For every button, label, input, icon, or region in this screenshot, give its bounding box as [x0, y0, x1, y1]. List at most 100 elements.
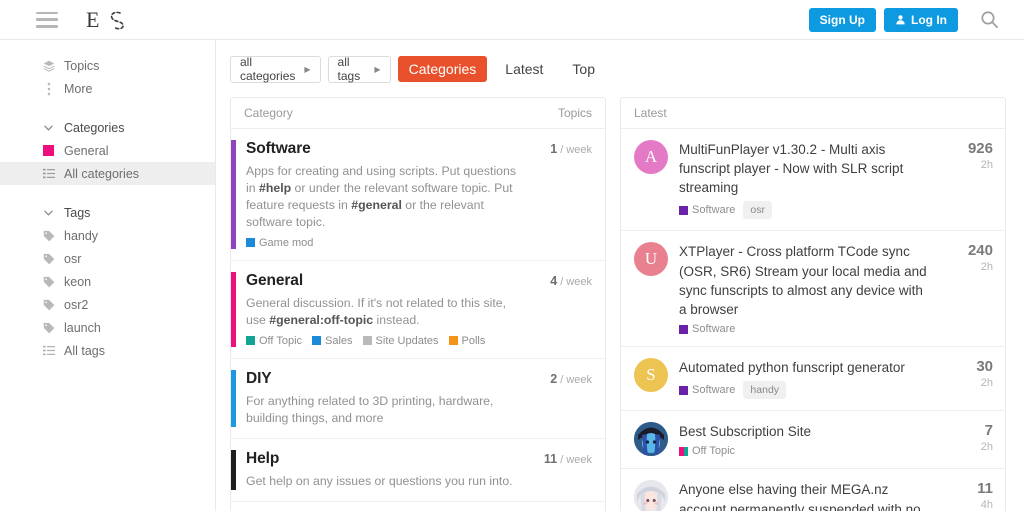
subcategory-list: Game mod: [246, 237, 520, 249]
tab-categories[interactable]: Categories: [397, 56, 488, 82]
latest-topic-title[interactable]: Best Subscription Site: [679, 422, 934, 441]
latest-topic-row[interactable]: Best Subscription Site Off Topic 7 2h: [621, 411, 1005, 470]
topic-count-period: / week: [557, 373, 592, 386]
avatar[interactable]: U: [634, 242, 668, 277]
subcategory-badge[interactable]: Polls: [448, 335, 485, 347]
category-description: For anything related to 3D printing, har…: [246, 393, 494, 425]
categories-list: Software Apps for creating and using scri…: [231, 129, 605, 511]
topic-category-badge[interactable]: Software: [679, 204, 735, 216]
latest-topic-row[interactable]: U XTPlayer - Cross platform TCode sync (O…: [621, 231, 1005, 348]
category-description: General discussion. If it's not related …: [246, 295, 507, 327]
sidebar-item-label: All tags: [64, 343, 105, 358]
tab-latest[interactable]: Latest: [494, 56, 554, 82]
subcategory-badge[interactable]: Game mod: [246, 237, 313, 249]
sidebar-item-more[interactable]: More: [0, 77, 215, 100]
topic-category-badge[interactable]: Software: [679, 323, 735, 335]
category-row[interactable]: Software Apps for creating and using scri…: [231, 129, 605, 261]
avatar[interactable]: [634, 480, 668, 511]
category-body: Software Apps for creating and using scri…: [246, 140, 520, 249]
category-title[interactable]: General: [246, 272, 520, 290]
topic-reply-count: 240: [967, 242, 993, 260]
category-filter-dropdown[interactable]: all categories ▶: [230, 55, 321, 83]
category-row[interactable]: Help Get help on any issues or questions …: [231, 439, 605, 502]
subcategory-label: Game mod: [259, 236, 314, 249]
subcategory-color-icon: [312, 336, 322, 346]
category-title[interactable]: Help: [246, 450, 520, 468]
category-description: Apps for creating and using scripts. Put…: [246, 164, 516, 229]
latest-topic-meta: Software: [679, 323, 934, 335]
search-icon[interactable]: [972, 3, 1006, 37]
category-color-bar: [231, 271, 236, 347]
sidebar-item-tag-handy[interactable]: handy: [0, 224, 215, 247]
category-title[interactable]: DIY: [246, 370, 520, 388]
main-content: all categories ▶ all tags ▶ Categories L…: [216, 40, 1024, 511]
sidebar-item-topics[interactable]: Topics: [0, 54, 215, 77]
category-color-bar: [231, 449, 236, 490]
sidebar-item-tag-keon[interactable]: keon: [0, 270, 215, 293]
latest-topic-title[interactable]: XTPlayer - Cross platform TCode sync (OS…: [679, 242, 934, 319]
chevron-down-icon: [42, 125, 55, 131]
category-topic-count: 11 / week: [520, 450, 592, 490]
sidebar-item-label: osr: [64, 251, 82, 266]
sidebar-section-categories[interactable]: Categories: [0, 116, 215, 139]
sign-up-button[interactable]: Sign Up: [808, 7, 876, 32]
sidebar-item-all-categories[interactable]: All categories: [0, 162, 215, 185]
sidebar: Topics More Categories General All categ…: [0, 40, 216, 511]
latest-topic-meta: Software handy: [679, 381, 934, 400]
chevron-down-icon: [42, 210, 55, 216]
category-row[interactable]: howtoCollection of tutorials, frequently…: [231, 502, 605, 511]
latest-panel: Latest A MultiFunPlayer v1.30.2 - Multi a…: [620, 97, 1006, 511]
topic-activity-time: 2h: [980, 261, 993, 274]
category-title[interactable]: Software: [246, 140, 520, 158]
tab-top[interactable]: Top: [561, 56, 606, 82]
latest-topic-title[interactable]: Anyone else having their MEGA.nz account…: [679, 480, 934, 511]
category-row[interactable]: General General discussion. If it's not r…: [231, 261, 605, 359]
tag-icon: [42, 299, 55, 311]
nav-row: all categories ▶ all tags ▶ Categories L…: [230, 54, 606, 84]
caret-right-icon: ▶: [374, 64, 381, 74]
avatar[interactable]: [634, 422, 668, 457]
site-logo[interactable]: E: [86, 7, 128, 33]
latest-topic-title[interactable]: MultiFunPlayer v1.30.2 - Multi axis funs…: [679, 140, 934, 197]
category-description: Get help on any issues or questions you …: [246, 473, 513, 488]
log-in-button[interactable]: Log In: [884, 7, 958, 32]
latest-topic-row[interactable]: S Automated python funscript generator Sof…: [621, 347, 1005, 412]
latest-panel-header: Latest: [621, 98, 1005, 129]
sidebar-item-general[interactable]: General: [0, 139, 215, 162]
category-color-bar: [231, 369, 236, 427]
topic-category-badge[interactable]: Software: [679, 384, 735, 396]
latest-column: Latest A MultiFunPlayer v1.30.2 - Multi a…: [620, 54, 1006, 511]
hamburger-icon[interactable]: [36, 11, 58, 28]
subcategory-badge[interactable]: Off Topic: [246, 335, 302, 347]
sidebar-item-all-tags[interactable]: All tags: [0, 339, 215, 362]
sidebar-item-label: keon: [64, 274, 92, 289]
topic-category-label: Software: [692, 384, 736, 397]
latest-topic-title[interactable]: Automated python funscript generator: [679, 358, 934, 377]
sidebar-item-label: All categories: [64, 166, 140, 181]
topic-category-badge[interactable]: Off Topic: [679, 445, 735, 457]
category-color-icon: [679, 385, 688, 395]
layers-icon: [42, 60, 55, 72]
topic-tag-pill[interactable]: handy: [743, 381, 787, 400]
latest-topic-body: MultiFunPlayer v1.30.2 - Multi axis funs…: [679, 140, 934, 220]
latest-topic-row[interactable]: A MultiFunPlayer v1.30.2 - Multi axis fun…: [621, 129, 1005, 232]
category-filter-label: all categories: [240, 55, 296, 83]
topic-activity-time: 2h: [980, 441, 993, 454]
avatar[interactable]: S: [634, 358, 668, 393]
category-body: General General discussion. If it's not r…: [246, 272, 520, 347]
tag-filter-dropdown[interactable]: all tags ▶: [327, 55, 391, 83]
list-icon: [42, 345, 55, 356]
latest-topic-row[interactable]: Anyone else having their MEGA.nz account…: [621, 469, 1005, 511]
topic-activity-time: 2h: [980, 377, 993, 390]
sidebar-item-tag-launch[interactable]: launch: [0, 316, 215, 339]
category-row[interactable]: DIY For anything related to 3D printing, …: [231, 359, 605, 439]
sidebar-section-label: Tags: [64, 205, 91, 220]
avatar[interactable]: A: [634, 140, 668, 174]
sidebar-section-tags[interactable]: Tags: [0, 201, 215, 224]
subcategory-badge[interactable]: Sales: [312, 335, 353, 347]
topic-tag-pill[interactable]: osr: [743, 201, 773, 220]
sidebar-item-tag-osr2[interactable]: osr2: [0, 293, 215, 316]
sidebar-item-tag-osr[interactable]: osr: [0, 247, 215, 270]
subcategory-badge[interactable]: Site Updates: [362, 335, 439, 347]
category-color-icon: [679, 324, 688, 334]
